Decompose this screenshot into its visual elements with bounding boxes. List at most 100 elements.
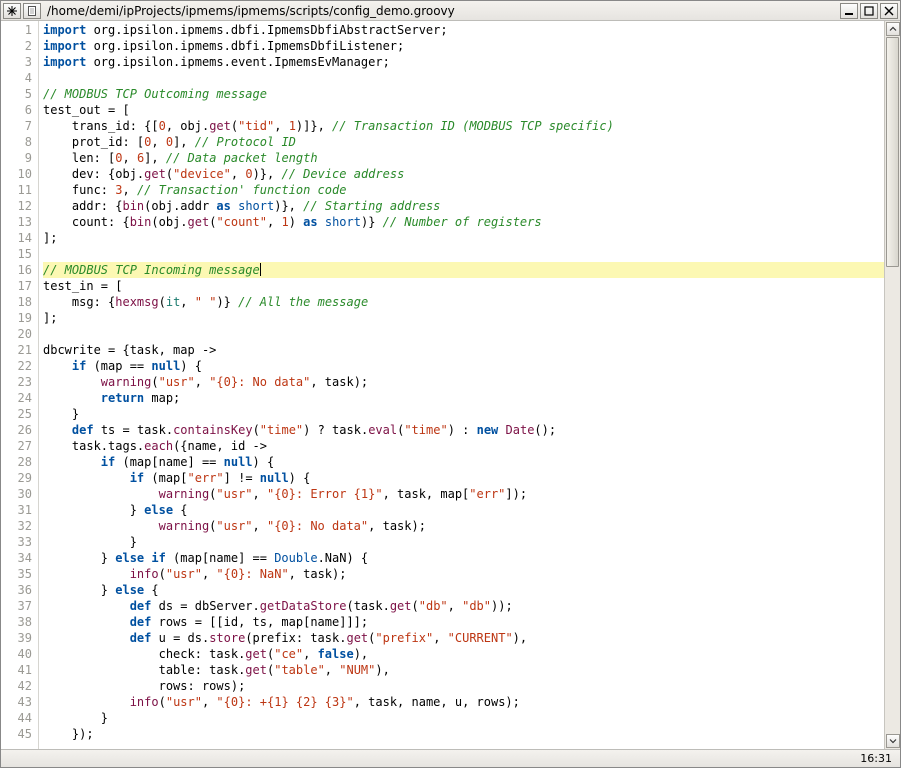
code-line[interactable]: }: [43, 534, 884, 550]
code-line[interactable]: len: [0, 6], // Data packet length: [43, 150, 884, 166]
code-line[interactable]: def ds = dbServer.getDataStore(task.get(…: [43, 598, 884, 614]
close-icon: [884, 6, 894, 16]
line-number: 26: [1, 422, 38, 438]
code-line[interactable]: func: 3, // Transaction' function code: [43, 182, 884, 198]
code-line[interactable]: trans_id: {[0, obj.get("tid", 1)]}, // T…: [43, 118, 884, 134]
line-number: 24: [1, 390, 38, 406]
asterisk-icon: [7, 6, 17, 16]
line-number: 40: [1, 646, 38, 662]
line-number: 14: [1, 230, 38, 246]
line-number: 25: [1, 406, 38, 422]
code-line[interactable]: count: {bin(obj.get("count", 1) as short…: [43, 214, 884, 230]
code-line[interactable]: task.tags.each({name, id ->: [43, 438, 884, 454]
code-line[interactable]: // MODBUS TCP Incoming message: [43, 262, 884, 278]
code-line[interactable]: info("usr", "{0}: +{1} {2} {3}", task, n…: [43, 694, 884, 710]
code-line[interactable]: }: [43, 710, 884, 726]
code-line[interactable]: import org.ipsilon.ipmems.event.IpmemsEv…: [43, 54, 884, 70]
line-number: 34: [1, 550, 38, 566]
line-number: 8: [1, 134, 38, 150]
code-editor[interactable]: import org.ipsilon.ipmems.dbfi.IpmemsDbf…: [39, 21, 884, 749]
code-line[interactable]: test_in = [: [43, 278, 884, 294]
code-line[interactable]: if (map[name] == null) {: [43, 454, 884, 470]
maximize-icon: [864, 6, 874, 16]
code-line[interactable]: ];: [43, 310, 884, 326]
line-number: 44: [1, 710, 38, 726]
code-line[interactable]: def rows = [[id, ts, map[name]]];: [43, 614, 884, 630]
line-number-gutter: 1234567891011121314151617181920212223242…: [1, 21, 39, 749]
code-line[interactable]: import org.ipsilon.ipmems.dbfi.IpmemsDbf…: [43, 38, 884, 54]
maximize-button[interactable]: [860, 3, 878, 19]
line-number: 2: [1, 38, 38, 54]
line-number: 27: [1, 438, 38, 454]
editor-window: /home/demi/ipProjects/ipmems/ipmems/scri…: [0, 0, 901, 768]
code-line[interactable]: } else if (map[name] == Double.NaN) {: [43, 550, 884, 566]
scroll-thumb[interactable]: [886, 37, 899, 267]
code-line[interactable]: table: task.get("table", "NUM"),: [43, 662, 884, 678]
line-number: 23: [1, 374, 38, 390]
scroll-down-button[interactable]: [886, 734, 900, 748]
line-number: 36: [1, 582, 38, 598]
line-number: 18: [1, 294, 38, 310]
line-number: 20: [1, 326, 38, 342]
line-number: 7: [1, 118, 38, 134]
minimize-icon: [844, 6, 854, 16]
code-line[interactable]: msg: {hexmsg(it, " ")} // All the messag…: [43, 294, 884, 310]
code-line[interactable]: warning("usr", "{0}: No data", task);: [43, 374, 884, 390]
line-number: 17: [1, 278, 38, 294]
line-number: 4: [1, 70, 38, 86]
line-number: 28: [1, 454, 38, 470]
cursor-position: 16:31: [860, 752, 900, 765]
code-line[interactable]: }: [43, 406, 884, 422]
close-button[interactable]: [880, 3, 898, 19]
vertical-scrollbar[interactable]: [884, 21, 900, 749]
chevron-up-icon: [889, 25, 897, 33]
line-number: 13: [1, 214, 38, 230]
code-line[interactable]: // MODBUS TCP Outcoming message: [43, 86, 884, 102]
line-number: 33: [1, 534, 38, 550]
minimize-button[interactable]: [840, 3, 858, 19]
code-line[interactable]: test_out = [: [43, 102, 884, 118]
line-number: 19: [1, 310, 38, 326]
line-number: 39: [1, 630, 38, 646]
line-number: 45: [1, 726, 38, 742]
document-icon-button[interactable]: [23, 3, 41, 19]
code-line[interactable]: if (map["err"] != null) {: [43, 470, 884, 486]
line-number: 30: [1, 486, 38, 502]
code-line[interactable]: dbcwrite = {task, map ->: [43, 342, 884, 358]
code-line[interactable]: return map;: [43, 390, 884, 406]
line-number: 1: [1, 22, 38, 38]
line-number: 41: [1, 662, 38, 678]
line-number: 6: [1, 102, 38, 118]
line-number: 11: [1, 182, 38, 198]
line-number: 16: [1, 262, 38, 278]
code-line[interactable]: prot_id: [0, 0], // Protocol ID: [43, 134, 884, 150]
line-number: 3: [1, 54, 38, 70]
line-number: 42: [1, 678, 38, 694]
line-number: 35: [1, 566, 38, 582]
line-number: 31: [1, 502, 38, 518]
line-number: 38: [1, 614, 38, 630]
scroll-up-button[interactable]: [886, 22, 900, 36]
code-line[interactable]: if (map == null) {: [43, 358, 884, 374]
code-line[interactable]: addr: {bin(obj.addr as short)}, // Start…: [43, 198, 884, 214]
titlebar[interactable]: /home/demi/ipProjects/ipmems/ipmems/scri…: [1, 1, 900, 21]
code-line[interactable]: } else {: [43, 502, 884, 518]
code-line[interactable]: });: [43, 726, 884, 742]
code-line[interactable]: check: task.get("ce", false),: [43, 646, 884, 662]
code-line[interactable]: import org.ipsilon.ipmems.dbfi.IpmemsDbf…: [43, 22, 884, 38]
code-line[interactable]: [43, 326, 884, 342]
code-line[interactable]: [43, 70, 884, 86]
window-menu-button[interactable]: [3, 3, 21, 19]
code-line[interactable]: warning("usr", "{0}: Error {1}", task, m…: [43, 486, 884, 502]
code-line[interactable]: warning("usr", "{0}: No data", task);: [43, 518, 884, 534]
code-line[interactable]: rows: rows);: [43, 678, 884, 694]
line-number: 5: [1, 86, 38, 102]
code-line[interactable]: [43, 246, 884, 262]
code-line[interactable]: ];: [43, 230, 884, 246]
code-line[interactable]: info("usr", "{0}: NaN", task);: [43, 566, 884, 582]
code-line[interactable]: def ts = task.containsKey("time") ? task…: [43, 422, 884, 438]
code-line[interactable]: dev: {obj.get("device", 0)}, // Device a…: [43, 166, 884, 182]
document-icon: [27, 6, 37, 16]
code-line[interactable]: } else {: [43, 582, 884, 598]
code-line[interactable]: def u = ds.store(prefix: task.get("prefi…: [43, 630, 884, 646]
